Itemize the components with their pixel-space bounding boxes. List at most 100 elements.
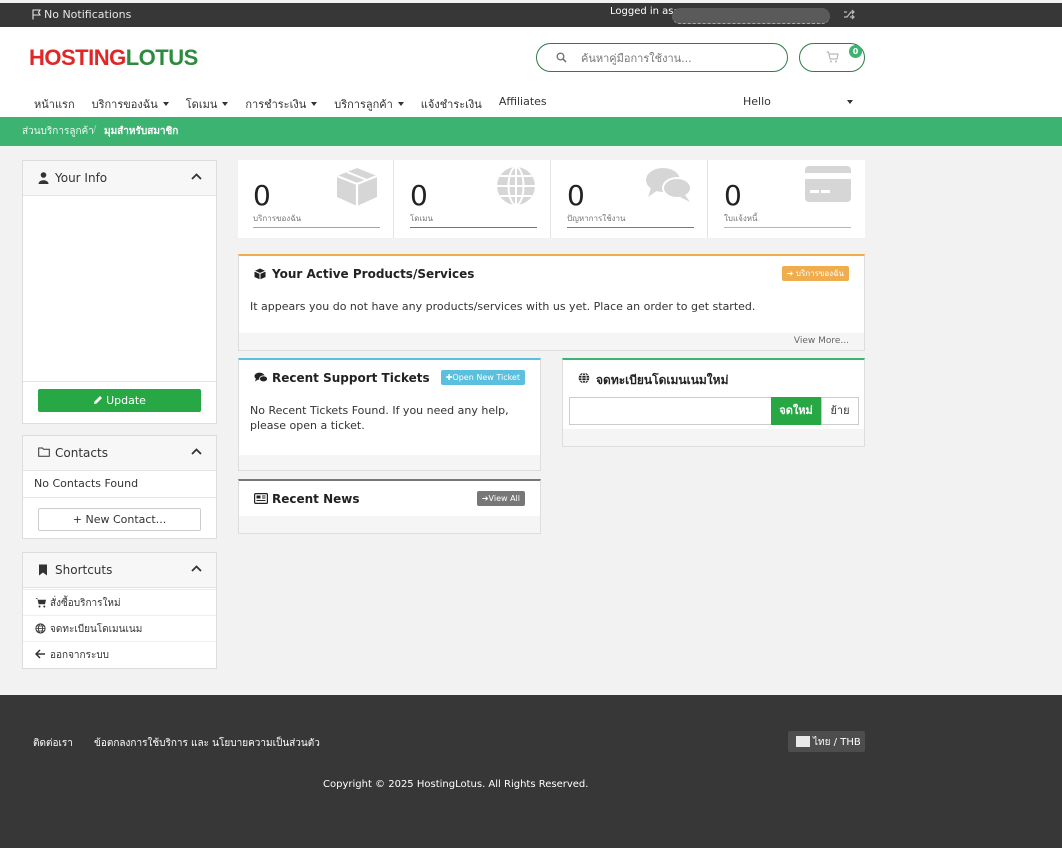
stat-tile-domains[interactable]: 0 โดเมน bbox=[395, 160, 551, 238]
stat-label: ใบแจ้งหนี้ bbox=[724, 214, 758, 223]
stat-value: 0 bbox=[724, 179, 742, 212]
flag-icon bbox=[796, 736, 810, 747]
user-menu-hello[interactable]: Hello bbox=[743, 95, 771, 108]
shortcut-logout[interactable]: ออกจากระบบ bbox=[23, 641, 216, 667]
new-contact-button[interactable]: + New Contact... bbox=[38, 508, 201, 531]
view-all-news-button[interactable]: ➔View All bbox=[476, 491, 525, 506]
nav-item-home[interactable]: หน้าแรก bbox=[34, 95, 75, 111]
caret-down-icon bbox=[311, 102, 318, 106]
your-info-panel: Your Info Update bbox=[22, 160, 217, 424]
panel-title: Shortcuts bbox=[55, 563, 113, 577]
nav-item-label: Affiliates bbox=[498, 95, 547, 108]
stat-underline bbox=[253, 227, 380, 228]
domain-search-input[interactable] bbox=[569, 397, 771, 425]
top-bar: No Notifications Logged in as: bbox=[0, 3, 1062, 27]
nav-item-domains[interactable]: โดเมน bbox=[186, 95, 229, 111]
register-domain-button[interactable]: จดใหม่ bbox=[771, 397, 821, 425]
panel-header[interactable]: Your Info bbox=[23, 161, 216, 196]
stat-underline bbox=[410, 227, 537, 228]
chevron-up-icon[interactable] bbox=[191, 173, 202, 180]
user-icon bbox=[38, 172, 49, 184]
nav-item-affiliates[interactable]: Affiliates bbox=[499, 95, 547, 111]
nav-item-payment-notify[interactable]: แจ้งชำระเงิน bbox=[421, 95, 482, 111]
divider bbox=[23, 497, 216, 498]
box-icon bbox=[336, 168, 378, 206]
credit-card-icon bbox=[805, 166, 851, 202]
view-more-link[interactable]: View More... bbox=[794, 336, 849, 346]
card-body-text: No Recent Tickets Found. If you need any… bbox=[250, 404, 509, 432]
nav-item-label: บริการของฉัน bbox=[91, 98, 158, 111]
notifications-link[interactable]: No Notifications bbox=[32, 8, 131, 21]
stat-label: โดเมน bbox=[410, 214, 433, 223]
shortcut-order-service[interactable]: สั่งซื้อบริการใหม่ bbox=[23, 589, 216, 615]
stat-tile-invoices[interactable]: 0 ใบแจ้งหนี้ bbox=[709, 160, 865, 238]
caret-down-icon bbox=[397, 102, 404, 106]
nav-item-label: การชำระเงิน bbox=[245, 98, 307, 111]
card-title: จดทะเบียนโดเมนเนมใหม่ bbox=[596, 373, 729, 387]
stat-value: 0 bbox=[253, 179, 271, 212]
stat-tile-services[interactable]: 0 บริการของฉัน bbox=[238, 160, 394, 238]
transfer-domain-button[interactable]: ย้าย bbox=[821, 397, 859, 425]
panel-header[interactable]: Contacts bbox=[23, 436, 216, 471]
update-button[interactable]: Update bbox=[38, 389, 201, 412]
logged-in-label: Logged in as: bbox=[610, 6, 677, 17]
cart-button[interactable]: 0 bbox=[799, 43, 865, 72]
stat-underline bbox=[567, 227, 694, 228]
brand-logo[interactable]: HOSTINGLOTUS bbox=[29, 45, 198, 71]
stat-label: บริการของฉัน bbox=[253, 214, 302, 223]
card-footer bbox=[563, 429, 864, 446]
my-services-tag-button[interactable]: ➔ บริการของฉัน bbox=[781, 266, 849, 281]
caret-down-icon[interactable] bbox=[847, 100, 853, 104]
info-body bbox=[23, 197, 216, 382]
globe-icon bbox=[578, 372, 590, 384]
tag-label: Open New Ticket bbox=[452, 373, 520, 382]
shortcut-label: ออกจากระบบ bbox=[50, 650, 110, 661]
stat-underline bbox=[724, 227, 851, 228]
arrow-left-icon bbox=[35, 649, 45, 659]
nav-item-services[interactable]: บริการของฉัน bbox=[92, 95, 169, 111]
logged-in-user[interactable] bbox=[672, 8, 830, 24]
folder-icon bbox=[38, 447, 50, 457]
card-title: Your Active Products/Services bbox=[272, 267, 475, 281]
stat-tile-tickets[interactable]: 0 ปัญหาการใช้งาน bbox=[552, 160, 708, 238]
panel-title: Your Info bbox=[55, 171, 108, 185]
nav-item-label: โดเมน bbox=[185, 98, 218, 111]
shuffle-icon[interactable] bbox=[843, 9, 855, 23]
header: HOSTINGLOTUS 0 หน้าแรก บริการของฉัน โดเม… bbox=[0, 27, 1062, 117]
footer-contact-link[interactable]: ติดต่อเรา bbox=[33, 736, 73, 751]
shortcuts-panel: Shortcuts สั่งซื้อบริการใหม่ จดทะเบียนโด… bbox=[22, 552, 217, 669]
globe-icon bbox=[35, 623, 46, 634]
card-footer bbox=[239, 516, 540, 533]
tag-label: บริการของฉัน bbox=[795, 269, 844, 278]
stat-label: ปัญหาการใช้งาน bbox=[567, 214, 626, 223]
caret-down-icon bbox=[162, 102, 169, 106]
panel-header[interactable]: Shortcuts bbox=[23, 553, 216, 588]
footer-terms-link[interactable]: ข้อตกลงการใช้บริการ และ นโยบายความเป็นส่… bbox=[94, 736, 320, 751]
chevron-up-icon[interactable] bbox=[191, 448, 202, 455]
chevron-up-icon[interactable] bbox=[191, 565, 202, 572]
card-title: Recent Support Tickets bbox=[272, 371, 430, 385]
shortcut-register-domain[interactable]: จดทะเบียนโดเมนเนม bbox=[23, 615, 216, 641]
copyright-text: Copyright © 2025 HostingLotus. All Right… bbox=[323, 779, 589, 790]
stat-value: 0 bbox=[567, 179, 585, 212]
active-products-card: Your Active Products/Services ➔ บริการขอ… bbox=[238, 254, 865, 351]
shortcut-label: สั่งซื้อบริการใหม่ bbox=[50, 598, 121, 609]
flag-icon bbox=[32, 9, 41, 20]
language-label: ไทย / THB bbox=[813, 737, 861, 748]
breadcrumb-parent[interactable]: ส่วนบริการลูกค้า bbox=[22, 124, 94, 139]
nav-item-billing[interactable]: การชำระเงิน bbox=[245, 95, 318, 111]
search-input[interactable] bbox=[581, 49, 771, 67]
stats-tiles: 0 บริการของฉัน 0 โดเมน 0 ปัญหาการใช้งาน … bbox=[238, 160, 865, 238]
pencil-icon bbox=[94, 396, 103, 404]
nav-item-label: แจ้งชำระเงิน bbox=[420, 98, 482, 111]
register-domain-card: จดทะเบียนโดเมนเนมใหม่ จดใหม่ ย้าย bbox=[562, 358, 865, 447]
breadcrumb: ส่วนบริการลูกค้า / มุมสำหรับสมาชิก bbox=[0, 117, 1062, 146]
language-currency-button[interactable]: ไทย / THB bbox=[788, 731, 865, 752]
nav-item-support[interactable]: บริการลูกค้า bbox=[334, 95, 404, 111]
search-box[interactable] bbox=[536, 43, 788, 72]
breadcrumb-separator: / bbox=[93, 124, 97, 135]
notifications-label: No Notifications bbox=[44, 8, 132, 21]
contacts-empty-text: No Contacts Found bbox=[34, 477, 139, 490]
panel-title: Contacts bbox=[55, 446, 108, 460]
open-new-ticket-button[interactable]: ✚Open New Ticket bbox=[440, 370, 525, 385]
